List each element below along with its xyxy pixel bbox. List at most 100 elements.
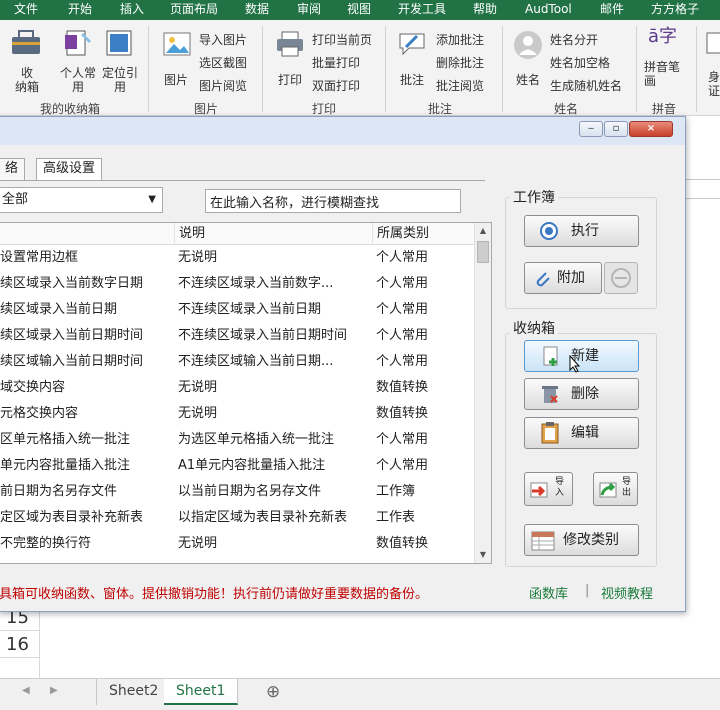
img-crop-item[interactable]: 选区截图 (199, 56, 247, 70)
list-row[interactable]: 单元内容批量插入批注 A1单元内容批量插入批注 个人常用 (0, 453, 475, 479)
column-desc-header[interactable]: 说明 (174, 223, 372, 245)
name-split-item[interactable]: 姓名分开 (550, 33, 598, 47)
tab-data[interactable]: 数据 (245, 0, 269, 20)
pinyin-button[interactable]: ā字 拼音笔 画 (642, 28, 688, 90)
category-select[interactable]: 全部 ▼ (0, 187, 163, 213)
tab-review[interactable]: 审阅 (297, 0, 321, 20)
scroll-left-icon[interactable]: ◀ (22, 685, 30, 696)
chevron-down-icon: ▼ (148, 194, 156, 205)
scroll-up-icon[interactable]: ▲ (475, 223, 491, 239)
import-button[interactable]: 导入 (524, 472, 573, 506)
tab-insert[interactable]: 插入 (120, 0, 144, 20)
new-button[interactable]: 新建 (524, 340, 639, 373)
search-input[interactable] (205, 189, 461, 213)
list-row[interactable]: 续区域录入当前数字日期 不连续区域录入当前数字... 个人常用 (0, 271, 475, 297)
list-row[interactable]: 设置常用边框 无说明 个人常用 (0, 245, 475, 271)
comment-button[interactable]: 批注 (394, 28, 430, 88)
personal-button[interactable]: 个人常 用 (56, 28, 98, 98)
img-view-item[interactable]: 图片阅览 (199, 79, 247, 93)
sheet-tab-bar: ◀ ▶ Sheet2 Sheet1 ⊕ (0, 678, 720, 710)
tab-ffgz[interactable]: 方方格子 (651, 0, 699, 20)
scroll-down-icon[interactable]: ▼ (475, 547, 491, 563)
list-row[interactable]: 域交换内容 无说明 数值转换 (0, 375, 475, 401)
name-random-item[interactable]: 生成随机姓名 (550, 79, 622, 93)
name-space-item[interactable]: 姓名加空格 (550, 56, 610, 70)
tab-home[interactable]: 开始 (68, 0, 92, 20)
minimize-button[interactable]: ‒ (579, 121, 603, 137)
comment-add-item[interactable]: 添加批注 (436, 33, 484, 47)
print-duplex-item[interactable]: 双面打印 (312, 79, 360, 93)
column-name-header[interactable] (0, 223, 174, 245)
status-warning-text: 具箱可收纳函数、窗体。提供撤销功能！执行前仍请做好重要数据的备份。 (0, 587, 429, 602)
list-row[interactable]: 续区域录入当前日期 不连续区域录入当前日期 个人常用 (0, 297, 475, 323)
printer-icon (277, 31, 303, 57)
tab-mail[interactable]: 邮件 (600, 0, 624, 20)
column-category-header[interactable]: 所属类别 (372, 223, 475, 245)
list-row[interactable]: 不完整的换行符 无说明 数值转换 (0, 531, 475, 557)
detach-button[interactable] (604, 262, 638, 294)
execute-label: 执行 (571, 223, 599, 239)
img-import-item[interactable]: 导入图片 (199, 33, 247, 47)
export-icon (599, 482, 617, 498)
scroll-right-icon[interactable]: ▶ (50, 685, 58, 696)
row-desc-cell: 为选区单元格插入统一批注 (178, 432, 335, 447)
name-button[interactable]: 姓名 (510, 28, 546, 88)
tab-file[interactable]: 文件 (14, 0, 38, 20)
list-row[interactable]: 续区域输入当前日期时间 不连续区域输入当前日期... 个人常用 (0, 349, 475, 375)
tab-audtool[interactable]: AudTool (525, 0, 572, 20)
sheet-tab-sheet1[interactable]: Sheet1 (164, 679, 239, 705)
print-button[interactable]: 打印 (272, 28, 308, 88)
list-scrollbar[interactable]: ▲ ▼ (474, 223, 491, 563)
edit-button[interactable]: 编辑 (524, 417, 639, 449)
tab-advanced-settings[interactable]: 高级设置 (36, 158, 103, 180)
scroll-thumb[interactable] (477, 241, 489, 263)
export-button[interactable]: 导出 (593, 472, 638, 506)
group-divider (696, 26, 697, 112)
comment-label: 批注 (400, 73, 425, 87)
tab-view[interactable]: 视图 (347, 0, 371, 20)
workbook-group-title: 工作簿 (510, 187, 558, 207)
list-row[interactable]: 元格交换内容 无说明 数值转换 (0, 401, 475, 427)
print-current-item[interactable]: 打印当前页 (312, 33, 372, 47)
delete-button[interactable]: 删除 (524, 378, 639, 410)
list-header: 说明 所属类别 (0, 223, 475, 245)
row-category-cell: 数值转换 (376, 536, 429, 551)
tab-help[interactable]: 帮助 (473, 0, 497, 20)
maximize-button[interactable]: ▫ (604, 121, 628, 137)
print-batch-item[interactable]: 批量打印 (312, 56, 360, 70)
function-list[interactable]: 说明 所属类别 设置常用边框 无说明 个人常用 续区域录入当前数字日期 不连续区域录入当… (0, 222, 492, 564)
comment-view-item[interactable]: 批注阅览 (436, 79, 484, 93)
add-sheet-icon[interactable]: ⊕ (266, 682, 280, 702)
row-category-cell: 个人常用 (376, 458, 429, 473)
collect-box-button[interactable]: 收 纳箱 (6, 28, 46, 98)
list-row[interactable]: 前日期为名另存文件 以当前日期为名另存文件 工作簿 (0, 479, 475, 505)
execute-button[interactable]: 执行 (524, 215, 639, 247)
tab-network[interactable]: 络 (0, 158, 26, 180)
row-name-cell: 续区域输入当前日期时间 (0, 354, 144, 369)
comment-icon (399, 33, 425, 56)
ribbon: 收 纳箱 个人常 用 定位引 用 我的收纳箱 图片 导入图片 选区截图 图片阅览… (0, 20, 720, 116)
close-button[interactable]: × (629, 121, 673, 137)
list-row[interactable]: 定区域为表目录补充新表 以指定区域为表目录补充新表 工作表 (0, 505, 475, 531)
tab-developer[interactable]: 开发工具 (398, 0, 446, 20)
attach-button[interactable]: 附加 (524, 262, 602, 294)
group-divider (262, 26, 263, 112)
locate-ref-button[interactable]: 定位引 用 (100, 28, 140, 98)
function-library-link[interactable]: 函数库 (529, 583, 568, 602)
row-desc-cell: 无说明 (178, 380, 218, 395)
row-header[interactable]: 16 (0, 632, 40, 658)
sheet-tab-sheet2[interactable]: Sheet2 (96, 679, 172, 705)
comment-delete-item[interactable]: 删除批注 (436, 56, 484, 70)
change-category-button[interactable]: 修改类别 (524, 524, 639, 556)
list-row[interactable]: 区单元格插入统一批注 为选区单元格插入统一批注 个人常用 (0, 427, 475, 453)
list-row[interactable]: 续区域录入当前日期时间 不连续区域录入当前日期时间 个人常用 (0, 323, 475, 349)
picture-button[interactable]: 图片 (158, 28, 198, 88)
video-tutorial-link[interactable]: 视频教程 (601, 583, 653, 602)
dialog-titlebar[interactable]: ‒ ▫ × (0, 117, 685, 145)
group-divider (385, 26, 386, 112)
tab-page-layout[interactable]: 页面布局 (170, 0, 218, 20)
box-group-title: 收纳箱 (510, 318, 558, 338)
id-card-button[interactable]: 身 证 (702, 28, 720, 98)
import-icon (530, 482, 548, 498)
delete-label: 删除 (571, 386, 599, 402)
